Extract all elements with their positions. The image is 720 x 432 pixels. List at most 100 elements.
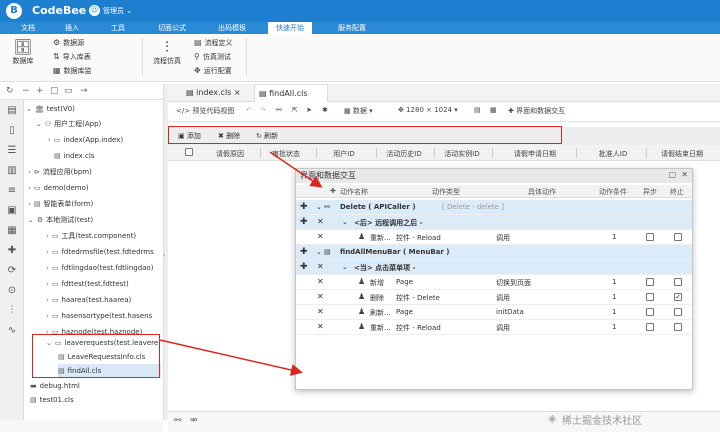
cycle-icon[interactable]: ⟳ — [5, 264, 19, 278]
dialog-group-row[interactable]: ✚ ⌄ ⚯ Delete ( APICaller ) [ Delete - de… — [296, 200, 692, 215]
dialog-group-row[interactable]: ✚ ⌄ ▤ findAllMenuBar ( MenuBar ) — [296, 245, 692, 260]
unlink-icon[interactable]: ⚮ — [190, 416, 198, 426]
user-menu[interactable]: 管理员 ⌄ — [103, 6, 132, 16]
dialog-action-row[interactable]: ✕ ♟ 新增 Page 切换到页面 1 — [296, 275, 692, 290]
plus-icon[interactable]: ✚ — [300, 247, 308, 257]
plus-icon[interactable]: ✚ — [300, 262, 308, 272]
tree-node[interactable]: › ▭ demo(demo) — [28, 181, 89, 195]
list-icon[interactable]: ☰ — [5, 144, 19, 158]
dialog-phase-row[interactable]: ✚ ✕ ⌄ <后> 远程调用之后 - — [296, 215, 692, 230]
stop-checkbox[interactable] — [674, 233, 682, 241]
dialog-action-row[interactable]: ✕ ♟ 刷新... Page initData 1 — [296, 305, 692, 320]
close-icon[interactable]: ✕ — [317, 232, 324, 241]
minus-icon[interactable]: − — [22, 86, 30, 96]
column-header[interactable]: 请假结束日期 — [648, 149, 716, 159]
menu-tab-aspect-formula[interactable]: 切面公式 — [150, 22, 194, 34]
column-header[interactable]: 审批状态 — [260, 149, 312, 159]
interaction-button[interactable]: ✚ 界面和数据交互 — [508, 106, 565, 116]
close-icon[interactable]: ✕ — [317, 217, 324, 226]
target-icon[interactable]: ⊙ — [5, 284, 19, 298]
async-checkbox[interactable] — [646, 278, 654, 286]
close-icon[interactable]: ✕ — [317, 277, 324, 286]
close-icon[interactable]: ✕ — [317, 292, 324, 301]
tree-node[interactable]: ⌄ ⚙ 本地测试(test) — [28, 213, 93, 227]
export-icon[interactable]: ⇱ — [292, 106, 298, 114]
menu-icon[interactable]: ≡ — [5, 184, 19, 198]
tree-node[interactable]: › ⊳ 流程应用(bpm) — [28, 165, 92, 179]
arrow-right-icon[interactable]: → — [80, 86, 88, 96]
grid-toggle-icon[interactable]: ▦ — [490, 106, 497, 114]
user-avatar-icon[interactable]: ☺ — [89, 5, 100, 16]
close-icon[interactable]: ✕ — [317, 262, 324, 271]
dialog-action-row[interactable]: ✕ ♟ 删除 控件 - Delete 调用 1 ✓ — [296, 290, 692, 305]
ribbon-db-monitor[interactable]: ▦ 数据库监 — [53, 66, 92, 76]
tree-node[interactable]: ▤ index.cls — [54, 149, 94, 163]
puzzle-icon[interactable]: ✚ — [5, 244, 19, 258]
tree-node[interactable]: › ▭ hasensortype(test.hasens — [46, 309, 152, 323]
add-action-icon[interactable]: ✚ — [330, 187, 336, 195]
ribbon-datasource[interactable]: ⚙ 数据源 — [53, 38, 84, 48]
ribbon-import-tables[interactable]: ⇅ 导入库表 — [53, 52, 91, 62]
close-icon[interactable]: × — [234, 88, 241, 97]
tree-node[interactable]: › ▭ fdttest(test.fdttest) — [46, 277, 129, 291]
panel-icon[interactable]: ▤ — [5, 104, 19, 118]
new-folder-icon[interactable]: ▭ — [64, 86, 73, 96]
ribbon-sim-test[interactable]: ⚲ 仿真测试 — [194, 52, 231, 62]
editor-tab-findall[interactable]: ▤ findAll.cls — [254, 84, 328, 102]
async-checkbox[interactable] — [646, 293, 654, 301]
undo-icon[interactable]: ↶ — [246, 106, 252, 114]
editor-tab-index[interactable]: ▤ index.cls × — [182, 84, 254, 102]
tree-node[interactable]: › ▤ 智能表单(form) — [28, 197, 93, 211]
tree-node[interactable]: ▬ debug.html — [30, 379, 80, 393]
close-icon[interactable]: ✕ — [681, 170, 688, 179]
menu-tab-insert[interactable]: 插入 — [58, 22, 86, 34]
select-all-checkbox[interactable] — [185, 148, 193, 156]
preview-code-button[interactable]: </> 预览代码视图 — [176, 106, 234, 116]
column-header[interactable]: 请假原因 — [204, 149, 256, 159]
dialog-action-row[interactable]: ✕ ♟ 重新... 控件 - Reload 调用 1 — [296, 230, 692, 245]
send-icon[interactable]: ➤ — [306, 106, 312, 114]
grid-icon[interactable]: ▦ — [5, 224, 19, 238]
wave-icon[interactable]: ∿ — [5, 324, 19, 338]
column-header[interactable]: 活动实例ID — [434, 149, 490, 159]
ribbon-flow-sim-button[interactable]: ⫶ 流程仿真 — [150, 38, 184, 66]
tree-node[interactable]: › ▭ 工具(test.component) — [46, 229, 136, 243]
close-icon[interactable]: ✕ — [317, 307, 324, 316]
tree-node[interactable]: ⌄ ⚇ 用户工程(App) — [36, 117, 101, 131]
ribbon-flow-def[interactable]: ▤ 流程定义 — [194, 38, 233, 48]
menu-tab-codegen-template[interactable]: 出码模板 — [210, 22, 254, 34]
tree-node[interactable]: › ▭ haarea(test.haarea) — [46, 293, 131, 307]
dialog-action-row[interactable]: ✕ ♟ 重新... 控件 - Reload 调用 1 — [296, 320, 692, 335]
menu-tab-tools[interactable]: 工具 — [104, 22, 132, 34]
stop-checkbox[interactable] — [674, 308, 682, 316]
column-header[interactable]: 用户ID — [318, 149, 370, 159]
maximize-icon[interactable]: ▢ — [669, 170, 677, 179]
tree-node[interactable]: › ▭ fdtedrmsfile(test.fdtedrms — [46, 245, 154, 259]
link-icon[interactable]: ⚯ — [174, 416, 182, 426]
stop-checkbox[interactable] — [674, 278, 682, 286]
menu-tab-quick-start[interactable]: 快速开始 — [268, 22, 312, 34]
link-icon[interactable]: ⚯ — [276, 106, 282, 114]
plus-icon[interactable]: ✚ — [300, 217, 308, 227]
close-icon[interactable]: ✕ — [317, 322, 324, 331]
redo-icon[interactable]: ↷ — [260, 106, 266, 114]
column-header[interactable]: 活动历史ID — [376, 149, 432, 159]
plus-icon[interactable]: + — [36, 86, 44, 96]
bug-icon[interactable]: ✱ — [322, 106, 328, 114]
ribbon-run-config[interactable]: ✥ 运行配置 — [194, 66, 232, 76]
stop-checkbox-checked[interactable]: ✓ — [674, 293, 682, 301]
sliders-icon[interactable]: ⫶ — [5, 304, 19, 318]
menu-tab-docs[interactable]: 文档 — [14, 22, 42, 34]
data-dropdown[interactable]: ▦ 数据 ▾ — [344, 106, 373, 116]
stop-checkbox[interactable] — [674, 323, 682, 331]
column-header[interactable]: 请假申请日期 — [498, 149, 572, 159]
new-file-icon[interactable]: ▢ — [50, 86, 59, 96]
tree-node[interactable]: › ▭ index(App.index) — [48, 133, 123, 147]
tree-root[interactable]: ⌄ 🏛 test(V0) — [26, 102, 75, 116]
tree-node[interactable]: › ▭ fdtlingdao(test.fdtlingdao) — [46, 261, 153, 275]
plus-icon[interactable]: ✚ — [300, 202, 308, 212]
async-checkbox[interactable] — [646, 233, 654, 241]
async-checkbox[interactable] — [646, 308, 654, 316]
ribbon-database-button[interactable]: 🗄 数据库 — [10, 38, 36, 66]
refresh-icon[interactable]: ↻ — [6, 86, 14, 96]
